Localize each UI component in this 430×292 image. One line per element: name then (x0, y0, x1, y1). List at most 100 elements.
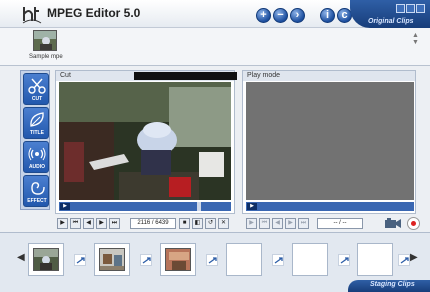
time-counter: -- / -- (317, 218, 363, 229)
title-tool-label: TITLE (30, 130, 44, 136)
go-start-icon: ⏮ (72, 220, 79, 226)
play-panel: Play mode ▶ (242, 70, 416, 214)
minimize-icon[interactable] (396, 4, 405, 13)
cut-panel-bar (134, 72, 237, 80)
camera-icon[interactable] (385, 218, 401, 229)
play-panel-header: Play mode (243, 71, 415, 81)
transition-slot[interactable] (272, 254, 284, 266)
leaf-icon (30, 112, 44, 127)
transition-icon (76, 257, 85, 264)
step-back-button[interactable]: ◀ (83, 218, 94, 229)
cut-panel-title: Cut (60, 72, 71, 79)
play-button[interactable]: ▶ (57, 218, 68, 229)
transition-icon (340, 257, 349, 264)
remove-icon: − (277, 9, 284, 21)
seek-play-icon[interactable]: ▶ (60, 203, 70, 210)
mark-in-button[interactable]: ■ (179, 218, 190, 229)
step-forward-icon: ▶ (99, 220, 104, 226)
storyboard-slot-empty[interactable] (357, 243, 393, 276)
prev2-icon: ⏮ (261, 220, 268, 226)
transition-slot[interactable] (206, 254, 218, 266)
transition-icon (208, 257, 217, 264)
info-icon: i (325, 9, 330, 21)
mark-out-button[interactable]: ◧ (192, 218, 203, 229)
clip-thumbnail-image (34, 31, 56, 50)
transition-slot[interactable] (338, 254, 350, 266)
title-tool-button[interactable]: TITLE (23, 107, 49, 139)
audio-icon (28, 147, 46, 161)
storyboard-slot-empty[interactable] (292, 243, 328, 276)
cut-seek-bar[interactable]: ▶ (59, 202, 231, 211)
slot-thumbnail (99, 248, 125, 271)
mark-out-icon: ◧ (194, 220, 201, 226)
remove-button[interactable]: − (273, 8, 288, 23)
go-end-icon: ⏭ (111, 220, 118, 226)
add-button[interactable]: + (256, 8, 271, 23)
restore-icon[interactable] (406, 4, 415, 13)
story-right-arrow-icon[interactable]: ▶ (410, 252, 418, 263)
effect-tool-button[interactable]: EFFECT (23, 175, 49, 207)
play2-button[interactable]: ▶ (246, 218, 257, 229)
fwd2-button[interactable]: ▶ (285, 218, 296, 229)
cut-button[interactable]: ✕ (218, 218, 229, 229)
storyboard-slot[interactable] (94, 243, 130, 276)
seek-thumb[interactable] (197, 202, 201, 211)
slot-thumbnail (165, 248, 191, 271)
back2-button[interactable]: ◀ (272, 218, 283, 229)
transition-icon (274, 257, 283, 264)
cut-tool-label: CUT (31, 96, 43, 102)
play-seek-bar[interactable]: ▶ (246, 202, 414, 211)
app-title: MPEG Editor 5.0 (47, 6, 141, 20)
video-frame-image (59, 82, 231, 200)
original-clips-label: Original Clips (368, 18, 414, 25)
close-icon[interactable] (416, 4, 425, 13)
cut-icon: ✕ (220, 220, 227, 226)
cut-tool-button[interactable]: CUT (23, 73, 49, 105)
tool-panel: CUT TITLE AUDIO EFFECT (20, 70, 50, 210)
prev2-button[interactable]: ⏮ (259, 218, 270, 229)
next-button[interactable]: › (290, 8, 305, 23)
story-left-arrow-icon[interactable]: ◀ (17, 252, 25, 263)
play-video-preview[interactable] (246, 82, 414, 200)
go-start-button[interactable]: ⏮ (70, 218, 81, 229)
storyboard-slot[interactable] (160, 243, 196, 276)
storyboard-slot[interactable] (28, 243, 64, 276)
clip-label: Sample mpe (29, 54, 63, 60)
clip-thumbnail[interactable] (33, 30, 57, 51)
transition-icon (142, 257, 151, 264)
undo-icon: ↺ (207, 220, 214, 226)
undo-button[interactable]: ↺ (205, 218, 216, 229)
record-button[interactable] (407, 217, 420, 230)
slot-thumbnail (33, 248, 59, 271)
info-button[interactable]: i (320, 8, 335, 23)
storyboard-slot-empty[interactable] (226, 243, 262, 276)
transition-icon (400, 257, 409, 264)
step-back-icon: ◀ (86, 220, 91, 226)
scissors-icon (28, 78, 46, 94)
bin-scroll-arrow-icon[interactable]: ▲ ▼ (412, 32, 419, 46)
logo-icon (22, 7, 42, 24)
cut-video-preview[interactable] (59, 82, 231, 200)
step-forward-button[interactable]: ▶ (96, 218, 107, 229)
audio-tool-label: AUDIO (28, 164, 46, 170)
add-icon: + (260, 9, 267, 21)
swirl-icon (31, 182, 45, 195)
go-end-button[interactable]: ⏭ (109, 218, 120, 229)
title-bar: MPEG Editor 5.0 + − › i c Original Clips (0, 0, 430, 28)
back2-icon: ◀ (275, 220, 280, 226)
play-seek-icon[interactable]: ▶ (247, 203, 257, 210)
cut-panel-header: Cut (56, 71, 237, 81)
app-window: MPEG Editor 5.0 + − › i c Original Clips… (0, 0, 430, 292)
transition-slot[interactable] (74, 254, 86, 266)
end2-icon: ⏭ (300, 220, 307, 226)
transition-slot[interactable] (398, 254, 410, 266)
clip-bin (0, 28, 430, 66)
frame-counter: 2116 / 6439 (130, 218, 176, 229)
copyright-icon: c (341, 9, 348, 21)
play2-icon: ▶ (249, 220, 254, 226)
staging-tab: Staging Clips (348, 280, 430, 292)
audio-tool-button[interactable]: AUDIO (23, 141, 49, 173)
end2-button[interactable]: ⏭ (298, 218, 309, 229)
effect-tool-label: EFFECT (27, 198, 47, 204)
transition-slot[interactable] (140, 254, 152, 266)
